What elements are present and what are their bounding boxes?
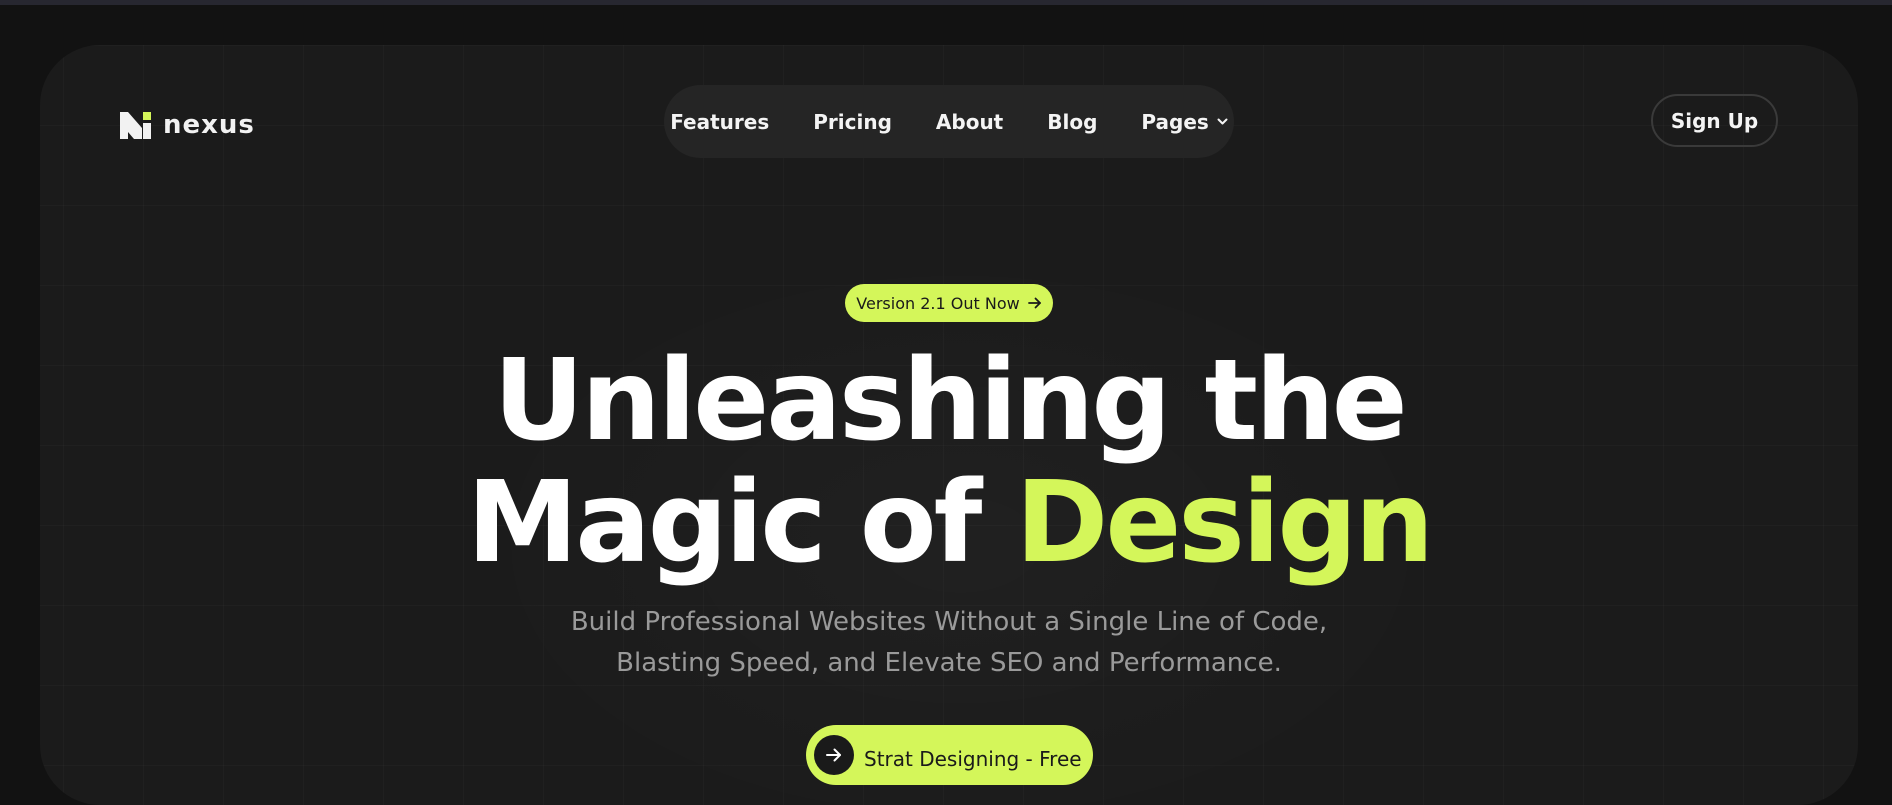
start-designing-label: Strat Designing - Free bbox=[864, 747, 1082, 771]
brand-name: nexus bbox=[163, 110, 255, 140]
hero-title-line-1: Unleashing the bbox=[493, 336, 1408, 466]
browser-top-edge bbox=[0, 0, 1892, 5]
sign-up-button[interactable]: Sign Up bbox=[1651, 94, 1778, 147]
nexus-n-logo-icon bbox=[120, 111, 151, 139]
hero-panel: nexus Features Pricing About Blog Pages … bbox=[40, 45, 1858, 805]
nav-item-blog[interactable]: Blog bbox=[1047, 110, 1097, 134]
hero-title-accent: Design bbox=[1015, 458, 1434, 588]
version-badge[interactable]: Version 2.1 Out Now bbox=[845, 284, 1053, 322]
main-navigation: Features Pricing About Blog Pages bbox=[664, 85, 1234, 158]
nav-item-about[interactable]: About bbox=[936, 110, 1003, 134]
chevron-down-icon bbox=[1217, 118, 1228, 124]
hero-title-line-2: Magic of Design bbox=[40, 467, 1858, 579]
hero-title-plain: Magic of bbox=[466, 458, 1016, 588]
hero-subtitle-line-2: Blasting Speed, and Elevate SEO and Perf… bbox=[616, 648, 1282, 678]
version-badge-label: Version 2.1 Out Now bbox=[856, 293, 1020, 313]
brand-logo-link[interactable]: nexus bbox=[120, 107, 255, 143]
nav-item-pages-label: Pages bbox=[1141, 109, 1209, 134]
hero-subtitle-line-1: Build Professional Websites Without a Si… bbox=[570, 607, 1328, 637]
start-designing-button[interactable]: Strat Designing - Free bbox=[806, 725, 1093, 785]
nav-item-pages-dropdown[interactable]: Pages bbox=[1141, 109, 1228, 134]
arrow-right-icon bbox=[1027, 297, 1041, 309]
nav-item-pricing[interactable]: Pricing bbox=[813, 110, 892, 134]
nav-item-features[interactable]: Features bbox=[670, 110, 769, 134]
arrow-right-icon bbox=[826, 748, 841, 762]
cta-icon-circle bbox=[814, 735, 854, 775]
